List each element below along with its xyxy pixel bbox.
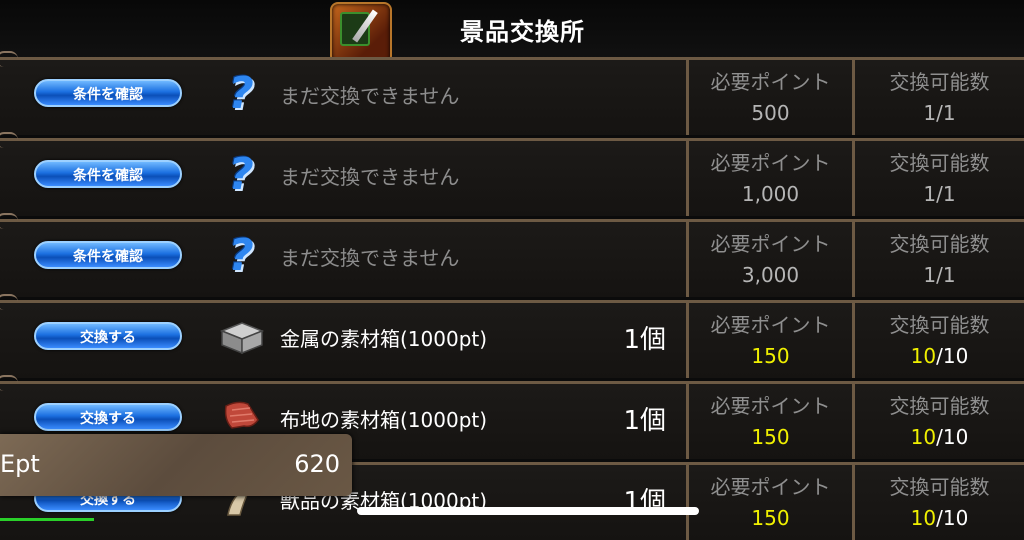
count-value: 1/1 <box>923 182 956 206</box>
points-value: 3,000 <box>741 263 800 287</box>
check-conditions-button[interactable]: 条件を確認 <box>34 79 182 107</box>
count-cell: 交換可能数 1/1 <box>852 141 1024 216</box>
list-item: 条件を確認 ? まだ交換できません 必要ポイント 1,000 交換可能数 1/1 <box>0 132 1024 216</box>
progress-indicator <box>0 518 94 521</box>
points-label: 必要ポイント <box>710 394 831 418</box>
count-value: 10/10 <box>910 425 969 449</box>
count-label: 交換可能数 <box>889 232 990 256</box>
count-cell: 交換可能数 1/1 <box>852 60 1024 135</box>
home-indicator[interactable] <box>357 507 699 515</box>
check-conditions-button[interactable]: 条件を確認 <box>34 241 182 269</box>
cloth-icon <box>224 401 259 429</box>
points-value: 150 <box>751 506 790 530</box>
points-cell: 必要ポイント 500 <box>686 60 852 135</box>
item-name: まだ交換できません <box>280 165 460 189</box>
item-name: 布地の素材箱(1000pt) <box>280 408 488 432</box>
exchange-button[interactable]: 交換する <box>34 403 182 431</box>
item-quantity: 1個 <box>623 406 666 436</box>
question-icon: ? <box>228 230 254 281</box>
points-cell: 必要ポイント 150 <box>686 465 852 540</box>
points-value: 500 <box>751 101 790 125</box>
points-label: 必要ポイント <box>710 475 831 499</box>
ept-value: 620 <box>294 450 340 478</box>
ept-panel: Ept 620 <box>0 434 352 496</box>
points-label: 必要ポイント <box>710 151 831 175</box>
points-value: 150 <box>751 344 790 368</box>
check-conditions-button[interactable]: 条件を確認 <box>34 160 182 188</box>
count-value: 10/10 <box>910 344 969 368</box>
exchange-button[interactable]: 交換する <box>34 322 182 350</box>
count-label: 交換可能数 <box>889 151 990 175</box>
count-label: 交換可能数 <box>889 313 990 337</box>
item-name: まだ交換できません <box>280 84 460 108</box>
list-item: 条件を確認 ? まだ交換できません 必要ポイント 3,000 交換可能数 1/1 <box>0 213 1024 297</box>
count-cell: 交換可能数 1/1 <box>852 222 1024 297</box>
points-cell: 必要ポイント 1,000 <box>686 141 852 216</box>
list-item: 条件を確認 ? まだ交換できません 必要ポイント 500 交換可能数 1/1 <box>0 51 1024 135</box>
points-label: 必要ポイント <box>710 232 831 256</box>
ept-label: Ept <box>0 450 40 478</box>
points-label: 必要ポイント <box>710 313 831 337</box>
points-value: 1,000 <box>741 182 800 206</box>
count-label: 交換可能数 <box>889 70 990 94</box>
count-cell: 交換可能数 10/10 <box>852 303 1024 378</box>
count-label: 交換可能数 <box>889 394 990 418</box>
points-cell: 必要ポイント 150 <box>686 384 852 459</box>
count-value: 1/1 <box>923 101 956 125</box>
points-label: 必要ポイント <box>710 70 831 94</box>
header: 景品交換所 <box>0 0 1024 64</box>
item-name: まだ交換できません <box>280 246 460 270</box>
count-label: 交換可能数 <box>889 475 990 499</box>
metal-box-icon <box>219 322 265 355</box>
shop-sword-icon[interactable] <box>330 2 392 64</box>
points-cell: 必要ポイント 150 <box>686 303 852 378</box>
count-cell: 交換可能数 10/10 <box>852 384 1024 459</box>
count-value: 10/10 <box>910 506 969 530</box>
question-icon: ? <box>228 68 254 119</box>
points-cell: 必要ポイント 3,000 <box>686 222 852 297</box>
item-name: 金属の素材箱(1000pt) <box>280 327 488 351</box>
list-item: 交換する 金属の素材箱(1000pt) 1個 必要ポイント 150 交換可能数 … <box>0 294 1024 378</box>
count-value: 1/1 <box>923 263 956 287</box>
question-icon: ? <box>228 149 254 200</box>
item-quantity: 1個 <box>623 325 666 355</box>
page-title: 景品交換所 <box>460 18 585 46</box>
count-cell: 交換可能数 10/10 <box>852 465 1024 540</box>
points-value: 150 <box>751 425 790 449</box>
